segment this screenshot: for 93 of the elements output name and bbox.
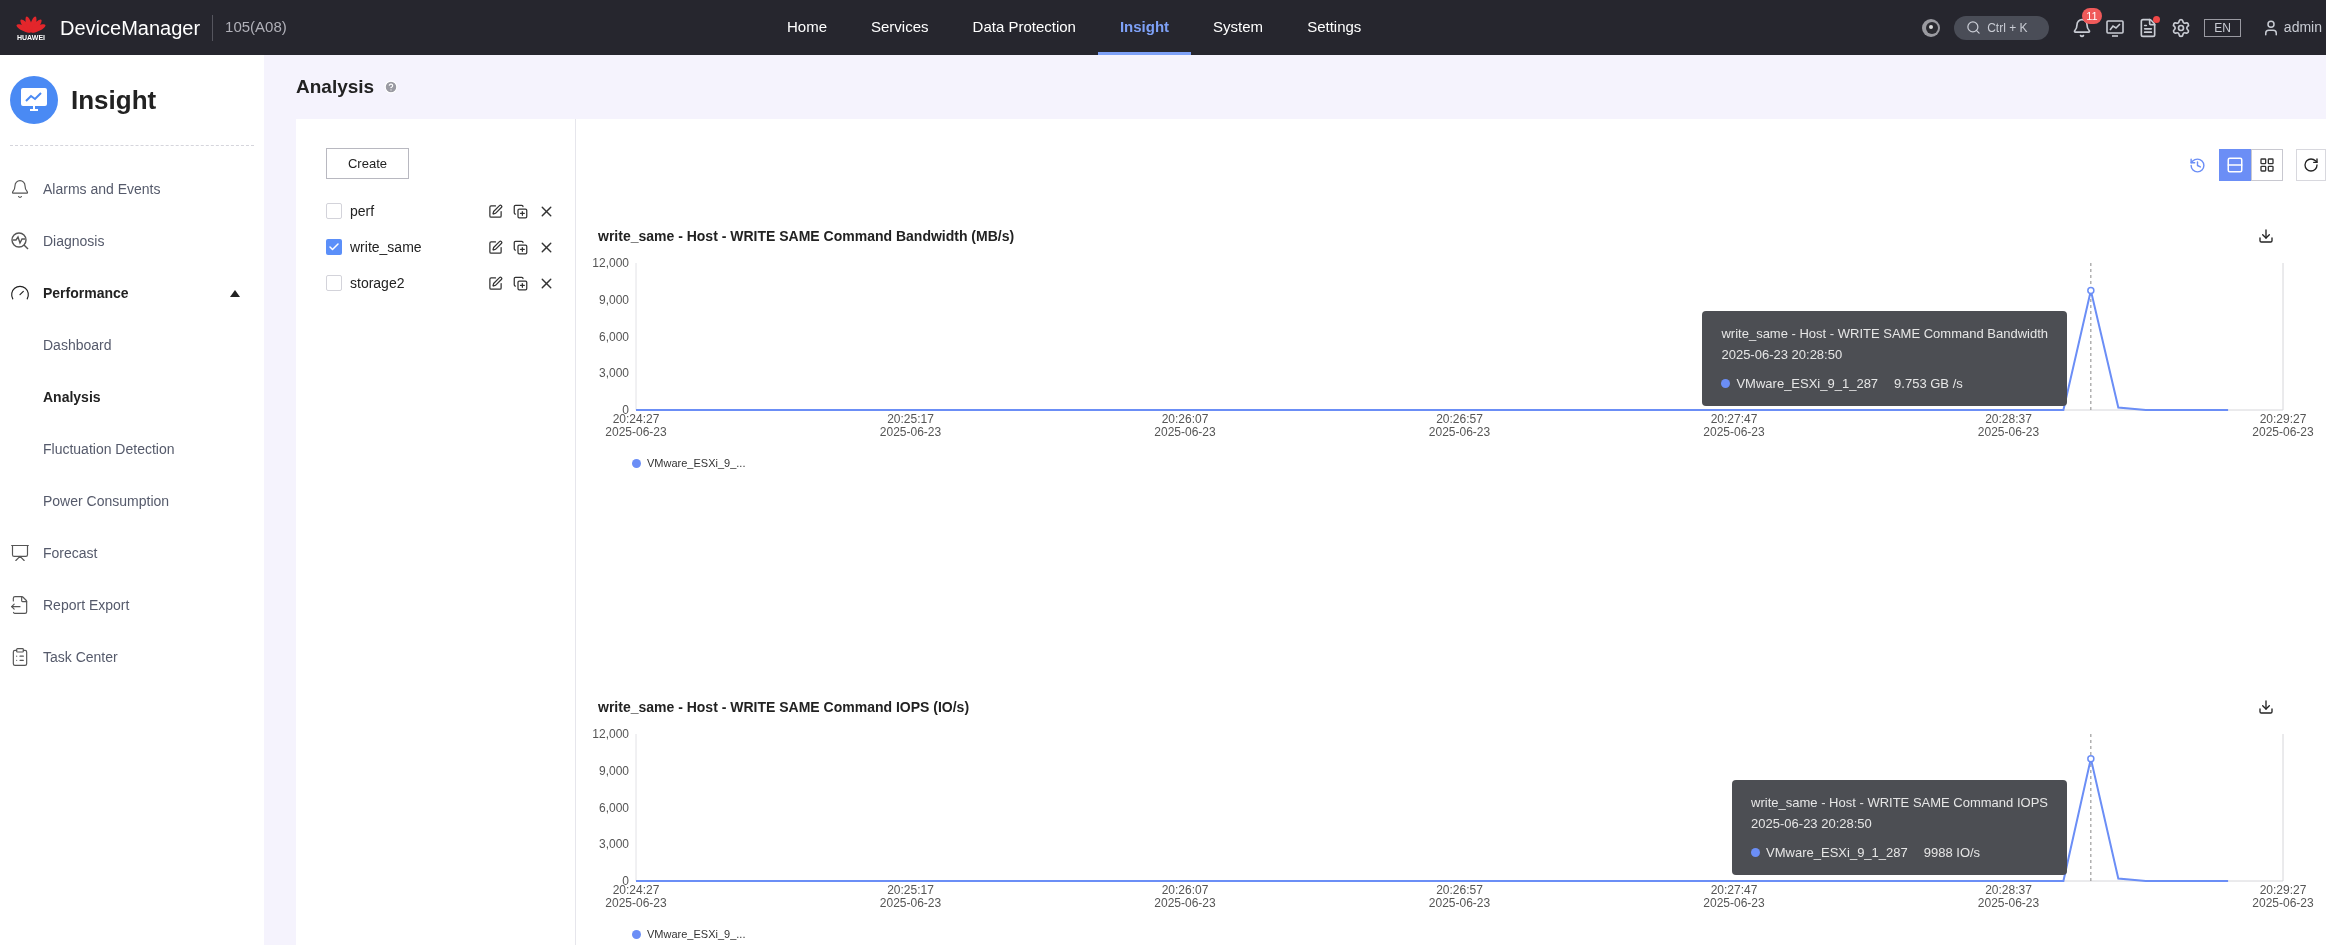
document-icon[interactable] — [2138, 17, 2159, 38]
duplicate-icon[interactable] — [513, 275, 528, 291]
sidebar-subitem[interactable]: Power Consumption — [0, 475, 264, 527]
series-value: 9.753 GB /s — [1894, 375, 1963, 393]
bell-icon — [10, 179, 30, 199]
checkbox[interactable] — [326, 203, 342, 219]
notification-badge: 11 — [2082, 7, 2102, 24]
axis-label: 9,000 — [598, 292, 629, 307]
section-title: Insight — [71, 83, 157, 117]
edit-icon[interactable] — [488, 203, 503, 219]
data-point — [2087, 286, 2095, 295]
axis-label: 6,000 — [598, 800, 629, 815]
nav-tab[interactable]: Services — [849, 0, 951, 55]
duplicate-icon[interactable] — [513, 203, 528, 219]
data-point — [2087, 754, 2095, 763]
analysis-name[interactable]: write_same — [350, 236, 422, 258]
download-icon[interactable] — [2258, 228, 2274, 244]
sidebar-item[interactable]: Forecast — [0, 527, 264, 579]
axis-label: 20:28:37 2025-06-23 — [1977, 412, 2040, 439]
download-icon[interactable] — [2258, 699, 2274, 715]
tooltip-time: 2025-06-23 20:28:50 — [1751, 815, 1873, 833]
tooltip-title: write_same - Host - WRITE SAME Command Bandwidth — [1721, 325, 2048, 343]
axis-label: 9,000 — [598, 763, 629, 778]
axis-label: 6,000 — [598, 329, 629, 344]
sidebar-item[interactable]: Report Export — [0, 579, 264, 631]
axis-label: 20:25:17 2025-06-23 — [879, 412, 942, 439]
axis-label: 20:29:27 2025-06-23 — [2252, 412, 2314, 439]
chart-title: write_same - Host - WRITE SAME Command Bandwidth (MB/s) — [598, 226, 1015, 246]
sidebar-subitem[interactable]: Fluctuation Detection — [0, 423, 264, 475]
language-button[interactable]: EN — [2204, 18, 2241, 37]
checkbox[interactable] — [326, 275, 342, 291]
app-name: DeviceManager — [60, 15, 201, 41]
analysis-name[interactable]: storage2 — [350, 272, 405, 294]
orb-icon[interactable] — [1921, 17, 1942, 38]
axis-label: 12,000 — [592, 256, 629, 270]
rows-icon — [2226, 156, 2244, 174]
axis-label: 3,000 — [598, 366, 629, 381]
axis-label: 20:26:57 2025-06-23 — [1428, 883, 1491, 910]
caret-icon — [230, 289, 240, 297]
series-value: 9988 IO/s — [1923, 844, 1981, 862]
axis-label: 12,000 — [592, 727, 629, 741]
legend-label[interactable]: VMware_ESXi_9_... — [647, 454, 746, 472]
export-icon — [10, 595, 30, 615]
axis-label: 20:26:07 2025-06-23 — [1154, 883, 1216, 910]
nav-tab[interactable]: Settings — [1285, 0, 1384, 55]
help-icon[interactable] — [384, 80, 399, 94]
axis-label: 20:29:27 2025-06-23 — [2252, 883, 2314, 910]
analysis-name[interactable]: perf — [350, 200, 375, 222]
user-name[interactable]: admin — [2283, 17, 2322, 38]
sidebar-item[interactable]: Diagnosis — [0, 215, 264, 267]
axis-label: 20:26:07 2025-06-23 — [1154, 412, 1216, 439]
sidebar-subitem[interactable]: Analysis — [0, 371, 264, 423]
clipboard-icon — [10, 647, 30, 667]
chart-board-icon — [10, 543, 30, 563]
search-field[interactable]: Ctrl + K — [1954, 15, 2050, 40]
tooltip-title: write_same - Host - WRITE SAME Command IOPS — [1751, 794, 2048, 812]
duplicate-icon[interactable] — [513, 239, 528, 255]
series-name: VMware_ESXi_9_1_287 — [1736, 375, 1879, 393]
nav-tab[interactable]: System — [1191, 0, 1286, 55]
sidebar-item[interactable]: Performance — [0, 267, 264, 319]
monitor-trend-icon — [20, 87, 48, 113]
legend-label[interactable]: VMware_ESXi_9_... — [647, 925, 746, 943]
edit-icon[interactable] — [488, 239, 503, 255]
diagnosis-icon — [10, 231, 30, 251]
chart-title: write_same - Host - WRITE SAME Command IOPS (IO/s) — [598, 697, 970, 717]
history-icon[interactable] — [2189, 156, 2206, 174]
search-icon — [1966, 20, 1982, 35]
monitor-chart-icon[interactable] — [2105, 17, 2126, 38]
refresh-icon — [2303, 157, 2319, 173]
device-name: 105(A08) — [225, 17, 287, 38]
axis-label: 20:27:47 2025-06-23 — [1703, 412, 1765, 439]
sidebar-subitem[interactable]: Dashboard — [0, 319, 264, 371]
sidebar-item[interactable]: Task Center — [0, 631, 264, 683]
search-placeholder: Ctrl + K — [1987, 19, 2028, 37]
check-icon — [328, 241, 340, 253]
nav-tab[interactable]: Data Protection — [950, 0, 1098, 55]
refresh-button[interactable] — [2296, 149, 2326, 181]
grid-icon — [2259, 157, 2275, 173]
axis-label: 20:26:57 2025-06-23 — [1428, 412, 1491, 439]
create-button[interactable]: Create — [326, 148, 409, 179]
axis-label: 20:28:37 2025-06-23 — [1977, 883, 2040, 910]
axis-label: 20:25:17 2025-06-23 — [879, 883, 942, 910]
grid-view-button[interactable] — [2251, 149, 2283, 181]
edit-icon[interactable] — [488, 275, 503, 291]
series-name: VMware_ESXi_9_1_287 — [1766, 844, 1908, 862]
axis-label: 20:27:47 2025-06-23 — [1703, 883, 1765, 910]
sidebar-item[interactable]: Alarms and Events — [0, 163, 264, 215]
settings-icon[interactable] — [2171, 17, 2192, 38]
tooltip-time: 2025-06-23 20:28:50 — [1721, 346, 1844, 364]
page-title: Analysis — [296, 74, 375, 99]
checkbox[interactable] — [326, 239, 342, 255]
axis-label: 3,000 — [598, 837, 629, 852]
nav-tab[interactable]: Home — [765, 0, 849, 55]
